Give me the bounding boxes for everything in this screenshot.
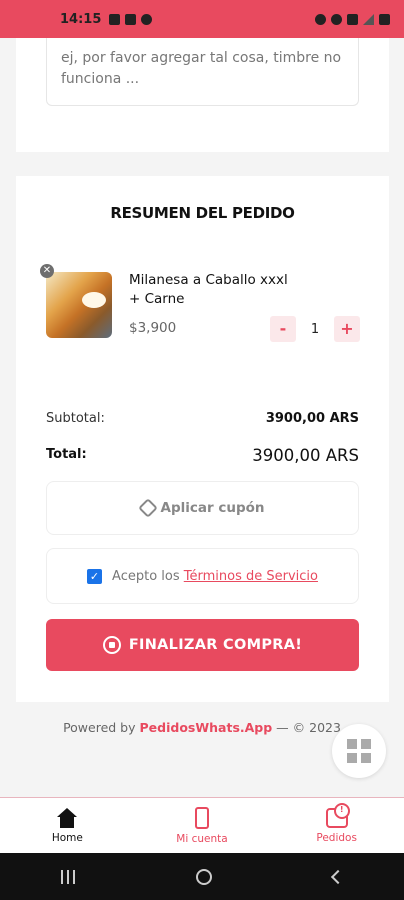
checkout-button[interactable]: FINALIZAR COMPRA! xyxy=(46,619,359,671)
apply-coupon-button[interactable]: Aplicar cupón xyxy=(46,481,359,535)
nav-home[interactable]: Home xyxy=(0,798,135,853)
decrease-quantity-button[interactable]: - xyxy=(270,316,296,342)
item-modifier: + Carne xyxy=(129,291,185,307)
nav-orders[interactable]: Pedidos xyxy=(269,798,404,853)
menu-fab-button[interactable] xyxy=(332,724,386,778)
quantity-value: 1 xyxy=(310,321,320,337)
nav-account[interactable]: Mi cuenta xyxy=(135,798,270,853)
battery-icon xyxy=(379,13,390,25)
terms-prefix: Acepto los xyxy=(112,568,184,584)
nav-account-label: Mi cuenta xyxy=(176,832,228,845)
order-summary-card: RESUMEN DEL PEDIDO ✕ Milanesa a Caballo … xyxy=(16,176,389,702)
subtotal-value: 3900,00 ARS xyxy=(265,411,359,426)
order-notes-input[interactable]: ej, por favor agregar tal cosa, timbre n… xyxy=(46,38,359,106)
quantity-stepper: - 1 + xyxy=(270,316,360,342)
total-label: Total: xyxy=(46,447,87,462)
alarm-icon xyxy=(315,13,326,25)
notes-card: ej, por favor agregar tal cosa, timbre n… xyxy=(16,38,389,152)
tag-icon xyxy=(137,498,158,518)
wifi-icon xyxy=(347,13,358,25)
app-notification-icon xyxy=(141,13,153,25)
system-navigation-bar xyxy=(0,853,404,900)
nav-orders-label: Pedidos xyxy=(316,831,357,844)
calendar-notification-icon xyxy=(125,13,137,25)
brand-link[interactable]: PedidosWhats.App xyxy=(140,720,273,735)
order-summary-title: RESUMEN DEL PEDIDO xyxy=(110,204,295,222)
location-icon xyxy=(331,13,342,25)
recents-icon[interactable] xyxy=(60,869,75,884)
remove-item-icon[interactable]: ✕ xyxy=(40,264,54,278)
status-time: 14:15 xyxy=(60,11,102,27)
signal-icon xyxy=(363,13,374,25)
bottom-navigation: Home Mi cuenta Pedidos xyxy=(0,797,404,853)
orders-icon xyxy=(325,802,350,828)
item-image xyxy=(46,272,112,338)
image-notification-icon xyxy=(109,13,121,25)
status-bar: 14:15 xyxy=(0,0,404,38)
item-name: Milanesa a Caballo xxxl xyxy=(129,272,288,288)
whatsapp-icon xyxy=(102,636,121,654)
powered-by-text: Powered by xyxy=(63,720,140,735)
copyright-text: — © 2023 xyxy=(272,720,341,735)
nav-home-label: Home xyxy=(51,831,83,844)
total-value: 3900,00 ARS xyxy=(252,446,359,465)
phone-icon xyxy=(195,806,209,829)
home-icon xyxy=(56,807,78,828)
apply-coupon-label: Aplicar cupón xyxy=(160,500,265,516)
checkout-label: FINALIZAR COMPRA! xyxy=(128,637,303,653)
item-price: $3,900 xyxy=(129,320,177,336)
system-home-icon[interactable] xyxy=(195,868,212,885)
back-icon[interactable] xyxy=(331,869,346,884)
terms-of-service-link[interactable]: Términos de Servicio xyxy=(184,569,318,584)
subtotal-label: Subtotal: xyxy=(46,411,105,426)
increase-quantity-button[interactable]: + xyxy=(334,316,360,342)
accept-terms-checkbox[interactable]: ✓ xyxy=(87,568,103,584)
terms-row: ✓ Acepto los Términos de Servicio xyxy=(46,548,359,604)
grid-icon xyxy=(347,739,371,763)
